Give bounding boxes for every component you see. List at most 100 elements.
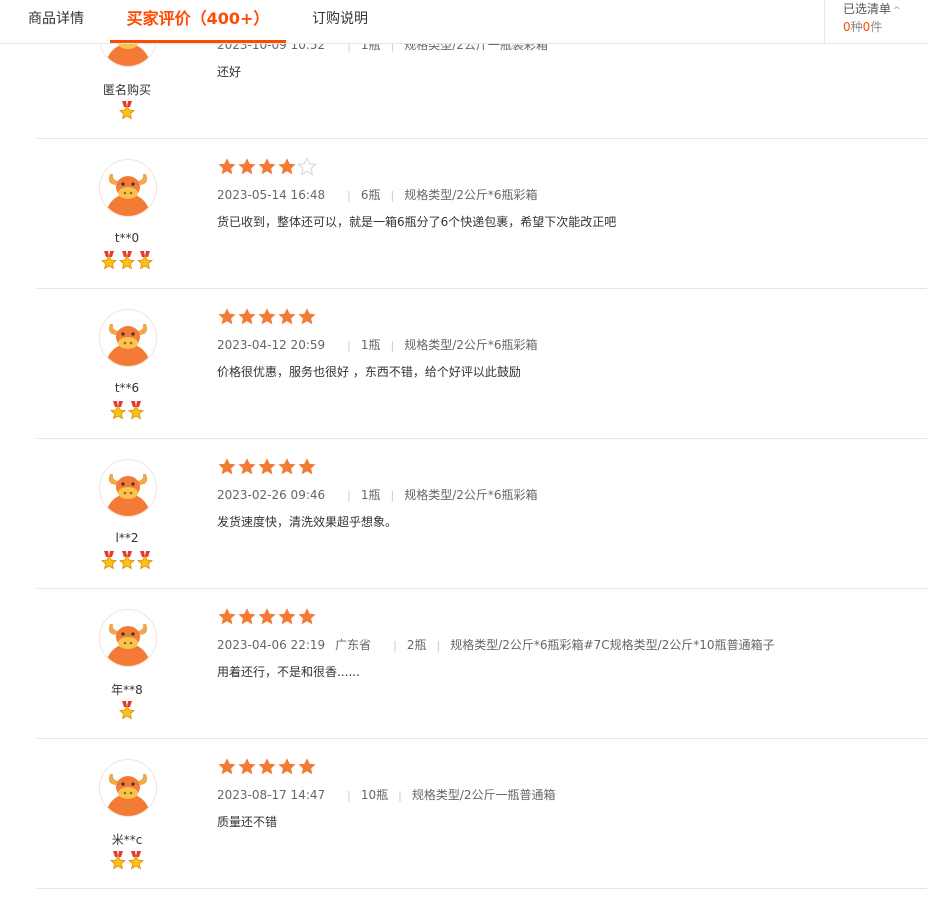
medal-icon [110, 851, 126, 870]
star-filled-icon [258, 758, 276, 775]
avatar [99, 609, 157, 667]
review-item: t**6 2023-04-12 20:59 | 1瓶 | 规格类型/2公斤*6瓶彩箱 价… [37, 289, 927, 439]
star-filled-icon [218, 308, 236, 325]
reviewer-name: l**2 [115, 531, 139, 545]
review-item: 年**8 2023-04-06 22:19 广东省 | 2瓶 | 规格类型/2公斤*6瓶彩… [37, 589, 927, 739]
review-date: 2023-05-14 16:48 [217, 188, 326, 202]
review-quantity: 1瓶 [360, 488, 381, 502]
review-item: 米**c 2023-08-17 14:47 | 10瓶 | 规格类型/2公斤一瓶普通箱 … [37, 739, 927, 889]
review-item: l**2 2023-02-26 09:46 | 1瓶 | 规格类型/2公斤*6瓶彩箱 发… [37, 439, 927, 589]
avatar [99, 759, 157, 817]
star-filled-icon [298, 758, 316, 775]
review-content: 价格很优惠，服务也很好 ，东西不错，给个好评以此鼓励 [217, 365, 521, 379]
review-quantity: 1瓶 [360, 338, 381, 352]
star-filled-icon [298, 458, 316, 475]
review-meta: 2023-08-17 14:47 | 10瓶 | 规格类型/2公斤一瓶普通箱 [217, 786, 556, 803]
avatar [99, 309, 157, 367]
star-filled-icon [278, 158, 296, 175]
review-date: 2023-04-12 20:59 [217, 338, 326, 352]
reviewer-name: 年**8 [111, 683, 143, 697]
rating-stars [217, 307, 317, 326]
tab-buyer-reviews[interactable]: 买家评价（400+） [110, 0, 286, 43]
bull-avatar-icon [106, 174, 150, 216]
review-spec: 规格类型/2公斤*6瓶彩箱#7C规格类型/2公斤*10瓶普通箱子 [450, 638, 775, 652]
divider: | [398, 789, 402, 802]
review-region: 广东省 [335, 638, 372, 652]
review-item: t**0 2023-05-14 16:48 | 6瓶 | 规格类型/2公斤*6瓶彩箱 货… [37, 139, 927, 289]
star-filled-icon [278, 758, 296, 775]
medal-icon [119, 101, 135, 120]
review-spec: 规格类型/2公斤*6瓶彩箱 [404, 488, 538, 502]
bull-avatar-icon [106, 624, 150, 666]
selected-list-label: 已选清单 [843, 2, 892, 16]
medal-icon [119, 551, 135, 570]
bull-avatar-icon [106, 474, 150, 516]
review-meta: 2023-04-12 20:59 | 1瓶 | 规格类型/2公斤*6瓶彩箱 [217, 336, 538, 353]
reviewer-name: t**0 [114, 231, 140, 245]
reviewer-level [67, 251, 187, 270]
divider: | [347, 789, 351, 802]
medal-icon [119, 701, 135, 720]
chevron-up-icon: ^ [893, 6, 901, 16]
medal-icon [110, 401, 126, 420]
review-content: 货已收到，整体还可以，就是一箱6瓶分了6个快递包裹，希望下次能改正吧 [217, 215, 617, 229]
divider: | [347, 489, 351, 502]
divider: | [390, 189, 395, 202]
divider: | [347, 339, 351, 352]
review-content: 用着还行，不是和很香...... [217, 665, 360, 679]
review-quantity: 10瓶 [360, 788, 389, 802]
reviewer-level [67, 101, 187, 120]
review-spec: 规格类型/2公斤*6瓶彩箱 [404, 188, 538, 202]
medal-icon [101, 251, 117, 270]
star-filled-icon [218, 608, 236, 625]
reviewer-level [67, 701, 187, 720]
divider: | [393, 639, 397, 652]
tab-order-notice[interactable]: 订购说明 [312, 0, 368, 43]
star-filled-icon [238, 308, 256, 325]
medal-icon [119, 251, 135, 270]
star-filled-icon [258, 158, 276, 175]
review-date: 2023-02-26 09:46 [217, 488, 326, 502]
star-filled-icon [258, 608, 276, 625]
reviewer-level [67, 401, 187, 420]
divider: | [347, 189, 351, 202]
star-filled-icon [278, 308, 296, 325]
reviewer-name: t**6 [114, 381, 140, 395]
selected-list-button[interactable]: 已选清单 ^ 0种0件 [824, 0, 927, 43]
divider: | [436, 639, 441, 652]
review-spec: 规格类型/2公斤*6瓶彩箱 [404, 338, 538, 352]
review-date: 2023-04-06 22:19 [217, 638, 326, 652]
bull-avatar-icon [106, 774, 150, 816]
star-empty-icon [297, 157, 317, 176]
star-filled-icon [258, 458, 276, 475]
medal-icon [137, 251, 153, 270]
tab-product-detail[interactable]: 商品详情 [28, 0, 84, 43]
medal-icon [137, 551, 153, 570]
star-filled-icon [218, 458, 236, 475]
tab-bar: 商品详情 买家评价（400+） 订购说明 已选清单 ^ 0种0件 [0, 0, 927, 44]
rating-stars [217, 757, 317, 776]
star-filled-icon [218, 158, 236, 175]
review-quantity: 6瓶 [360, 188, 381, 202]
star-filled-icon [278, 608, 296, 625]
medal-icon [128, 851, 144, 870]
star-filled-icon [238, 458, 256, 475]
review-spec: 规格类型/2公斤一瓶普通箱 [411, 788, 556, 802]
review-list: 匿名购买 2023-10-09 10:52 | 1瓶 | 规格类型/2公斤一瓶装彩箱 还… [0, 0, 927, 911]
avatar [99, 459, 157, 517]
star-filled-icon [258, 308, 276, 325]
review-meta: 2023-05-14 16:48 | 6瓶 | 规格类型/2公斤*6瓶彩箱 [217, 186, 538, 203]
star-filled-icon [278, 458, 296, 475]
review-quantity: 2瓶 [406, 638, 427, 652]
selected-list-counts: 0种0件 [843, 20, 883, 34]
review-meta: 2023-02-26 09:46 | 1瓶 | 规格类型/2公斤*6瓶彩箱 [217, 486, 538, 503]
review-meta: 2023-04-06 22:19 广东省 | 2瓶 | 规格类型/2公斤*6瓶彩箱#7C规… [217, 636, 775, 653]
reviewer-level [67, 551, 187, 570]
review-content: 还好 [217, 65, 242, 79]
star-filled-icon [238, 608, 256, 625]
star-filled-icon [238, 758, 256, 775]
star-filled-icon [298, 608, 316, 625]
star-filled-icon [298, 308, 316, 325]
medal-icon [101, 551, 117, 570]
divider: | [390, 489, 395, 502]
